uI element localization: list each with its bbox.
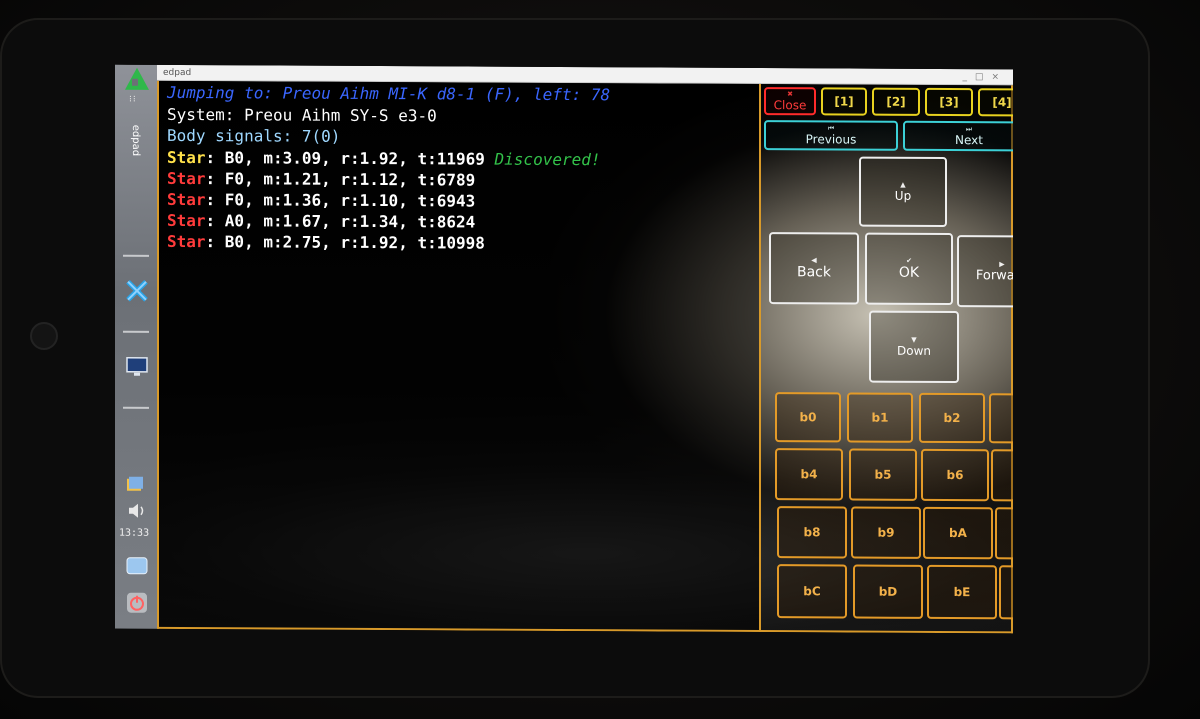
display-tray-icon[interactable] [125, 555, 149, 579]
ok-label: OK [898, 264, 920, 281]
star-details: : F0, m:1.21, r:1.12, t:6789 [205, 169, 476, 190]
body-signals-line: Body signals: 7(0) [167, 125, 341, 146]
check-icon: ✔ [906, 256, 912, 265]
bF-button[interactable]: bF [999, 565, 1013, 620]
b0-button[interactable]: b0 [775, 392, 841, 443]
ok-button[interactable]: ✔ OK [865, 232, 953, 306]
up-button[interactable]: ▲ Up [859, 156, 947, 228]
close-icon: ✖ [787, 90, 793, 99]
desktop-monitor-icon[interactable] [125, 355, 149, 379]
b2-button[interactable]: b2 [919, 392, 985, 444]
bB-button[interactable]: bB [995, 507, 1013, 560]
arrow-up-icon: ▲ [900, 180, 906, 189]
skip-forward-icon: ⏭ [965, 125, 973, 134]
screen: ⁝⁝ edpad 13:33 edpad _□× Jumping to: Pre… [115, 64, 1013, 634]
down-button[interactable]: ▼ Down [869, 310, 959, 384]
system-line: System: Preou Aihm SY-S e3-0 [167, 104, 437, 126]
close-label: Close [773, 98, 807, 113]
bC-button[interactable]: bC [777, 564, 847, 619]
back-button[interactable]: ◀ Back [769, 232, 859, 305]
down-label: Down [896, 343, 931, 358]
slot-2-button[interactable]: [2] [872, 87, 920, 116]
volume-icon[interactable] [125, 499, 149, 523]
window-controls[interactable]: _□× [962, 69, 1007, 85]
b6-button[interactable]: b6 [921, 448, 989, 502]
star-details: : A0, m:1.67, r:1.34, t:8624 [205, 211, 476, 232]
bE-button[interactable]: bE [927, 564, 997, 620]
star-line: Star: B0, m:3.09, r:1.92, t:11969 Discov… [167, 148, 601, 169]
star-line: Star: F0, m:1.21, r:1.12, t:6789 [167, 169, 475, 190]
arrow-right-icon: ▶ [999, 259, 1005, 268]
arrow-left-icon: ◀ [811, 256, 817, 265]
star-label: Star [167, 147, 206, 168]
star-line: Star: A0, m:1.67, r:1.34, t:8624 [167, 211, 475, 232]
taskbar-grip-icon: ⁝⁝ [129, 94, 137, 105]
star-details: : B0, m:2.75, r:1.92, t:10998 [205, 232, 485, 253]
back-label: Back [797, 264, 831, 281]
previous-label: Previous [805, 132, 857, 147]
star-details: : B0, m:3.09, r:1.92, t:11969 [205, 148, 485, 169]
bA-button[interactable]: bA [923, 506, 993, 560]
control-panel: ✖ Close [1] [2] [3] [4] ⏮ Previous ⏭ Nex… [761, 84, 1013, 634]
start-menu-logo-cutout [132, 78, 138, 86]
forward-label: Forward [975, 267, 1013, 283]
discovered-note: Discovered! [494, 149, 601, 170]
taskbar-window-edpad[interactable]: edpad [130, 125, 141, 156]
b5-button[interactable]: b5 [849, 448, 917, 501]
b8-button[interactable]: b8 [777, 506, 847, 559]
files-tray-icon[interactable] [125, 473, 149, 497]
b7-button[interactable]: b7 [991, 449, 1013, 502]
up-label: Up [894, 188, 912, 203]
skip-back-icon: ⏮ [827, 124, 835, 133]
star-label: Star [167, 210, 206, 231]
bD-button[interactable]: bD [853, 564, 923, 619]
star-label: Star [167, 231, 206, 252]
jump-status-line: Jumping to: Preou Aihm MI-K d8-1 (F), le… [167, 82, 611, 105]
b3-button[interactable]: b3 [989, 393, 1013, 444]
next-button[interactable]: ⏭ Next [903, 120, 1013, 152]
arrow-down-icon: ▼ [911, 335, 917, 344]
star-line: Star: B0, m:2.75, r:1.92, t:10998 [167, 232, 485, 253]
network-cross-icon[interactable] [125, 279, 149, 303]
star-line: Star: F0, m:1.36, r:1.10, t:6943 [167, 190, 475, 211]
next-label: Next [955, 133, 983, 148]
log-panel: Jumping to: Preou Aihm MI-K d8-1 (F), le… [157, 80, 761, 633]
b1-button[interactable]: b1 [847, 392, 913, 443]
close-button[interactable]: ✖ Close [764, 87, 816, 116]
b9-button[interactable]: b9 [851, 506, 921, 559]
taskbar-separator [123, 330, 149, 333]
star-label: Star [167, 168, 206, 189]
taskbar-separator [123, 406, 149, 409]
power-icon[interactable] [125, 591, 149, 615]
taskbar: ⁝⁝ edpad 13:33 [115, 64, 157, 629]
taskbar-separator [123, 254, 149, 257]
slot-1-button[interactable]: [1] [821, 87, 867, 116]
edpad-main-area: Jumping to: Preou Aihm MI-K d8-1 (F), le… [157, 80, 1013, 634]
b4-button[interactable]: b4 [775, 448, 843, 501]
taskbar-clock: 13:33 [119, 527, 150, 539]
slot-4-button[interactable]: [4] [978, 88, 1013, 117]
forward-button[interactable]: ▶ Forward [957, 235, 1013, 308]
tablet-home-button [30, 322, 58, 350]
star-details: : F0, m:1.36, r:1.10, t:6943 [205, 190, 476, 211]
star-label: Star [167, 189, 206, 210]
previous-button[interactable]: ⏮ Previous [764, 120, 898, 151]
slot-3-button[interactable]: [3] [925, 87, 973, 117]
window-title: edpad [163, 67, 192, 79]
